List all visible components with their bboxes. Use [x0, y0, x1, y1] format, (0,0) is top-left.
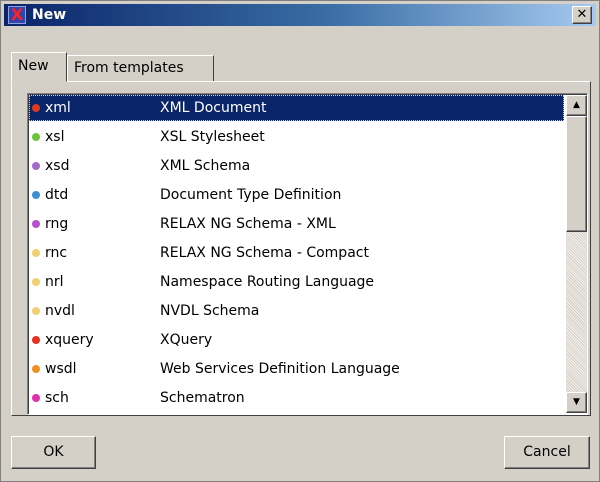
file-type-dot-icon	[32, 220, 40, 228]
file-extension: rnc	[45, 245, 68, 261]
title-bar[interactable]: X New ✕	[4, 4, 596, 26]
document-type-list[interactable]: xml XML Document xsl XSL Stylesheet xsd XML S…	[27, 93, 588, 415]
ok-button[interactable]: OK	[11, 436, 96, 469]
list-item[interactable]: rnc RELAX NG Schema - Compact	[29, 240, 564, 266]
list-item[interactable]: wsdl Web Services Definition Language	[29, 356, 564, 382]
file-extension: xsl	[45, 129, 65, 145]
list-item[interactable]: xquery XQuery	[29, 327, 564, 353]
file-type-dot-icon	[32, 162, 40, 170]
file-type-dot-icon	[32, 278, 40, 286]
file-extension: xml	[45, 100, 71, 116]
tab-new[interactable]: New	[11, 52, 67, 82]
file-extension: xquery	[45, 332, 94, 348]
arrow-down-icon: ▼	[573, 397, 580, 407]
file-description: RELAX NG Schema - XML	[160, 216, 336, 232]
file-description: Schematron	[160, 390, 245, 406]
file-extension: dtd	[45, 187, 69, 203]
new-file-dialog: X New ✕ New From templates xml XML Docume…	[0, 0, 600, 482]
file-type-dot-icon	[32, 307, 40, 315]
scroll-up-button[interactable]: ▲	[566, 95, 587, 116]
tab-from-templates[interactable]: From templates	[67, 55, 214, 81]
list-item[interactable]: nrl Namespace Routing Language	[29, 269, 564, 295]
file-type-dot-icon	[32, 191, 40, 199]
file-description: XML Document	[160, 100, 267, 116]
file-description: Document Type Definition	[160, 187, 342, 203]
arrow-up-icon: ▲	[573, 100, 580, 110]
file-extension: nrl	[45, 274, 64, 290]
file-description: Namespace Routing Language	[160, 274, 375, 290]
list-item[interactable]: sch Schematron	[29, 385, 564, 411]
file-extension: sch	[45, 390, 69, 406]
list-item[interactable]: xml XML Document	[29, 95, 564, 121]
window-title: New	[32, 7, 67, 23]
file-type-dot-icon	[32, 336, 40, 344]
vertical-scrollbar[interactable]: ▲ ▼	[566, 95, 587, 413]
file-description: RELAX NG Schema - Compact	[160, 245, 369, 261]
file-extension: rng	[45, 216, 69, 232]
file-type-dot-icon	[32, 394, 40, 402]
list-item[interactable]: nvdl NVDL Schema	[29, 298, 564, 324]
scroll-down-button[interactable]: ▼	[566, 392, 587, 413]
app-x-icon: X	[8, 6, 26, 24]
file-extension: nvdl	[45, 303, 75, 319]
list-item[interactable]: dtd Document Type Definition	[29, 182, 564, 208]
file-type-dot-icon	[32, 365, 40, 373]
list-item[interactable]: xsd XML Schema	[29, 153, 564, 179]
close-icon: ✕	[576, 7, 588, 22]
file-description: Web Services Definition Language	[160, 361, 400, 377]
file-type-dot-icon	[32, 104, 40, 112]
file-description: XSL Stylesheet	[160, 129, 265, 145]
file-type-dot-icon	[32, 249, 40, 257]
close-button[interactable]: ✕	[572, 6, 592, 24]
file-extension: wsdl	[45, 361, 77, 377]
file-type-dot-icon	[32, 133, 40, 141]
list-item[interactable]: xsl XSL Stylesheet	[29, 124, 564, 150]
file-description: XML Schema	[160, 158, 251, 174]
file-description: XQuery	[160, 332, 213, 348]
list-item[interactable]: rng RELAX NG Schema - XML	[29, 211, 564, 237]
file-description: NVDL Schema	[160, 303, 260, 319]
scrollbar-thumb[interactable]	[566, 116, 587, 232]
file-extension: xsd	[45, 158, 70, 174]
cancel-button[interactable]: Cancel	[504, 436, 590, 469]
